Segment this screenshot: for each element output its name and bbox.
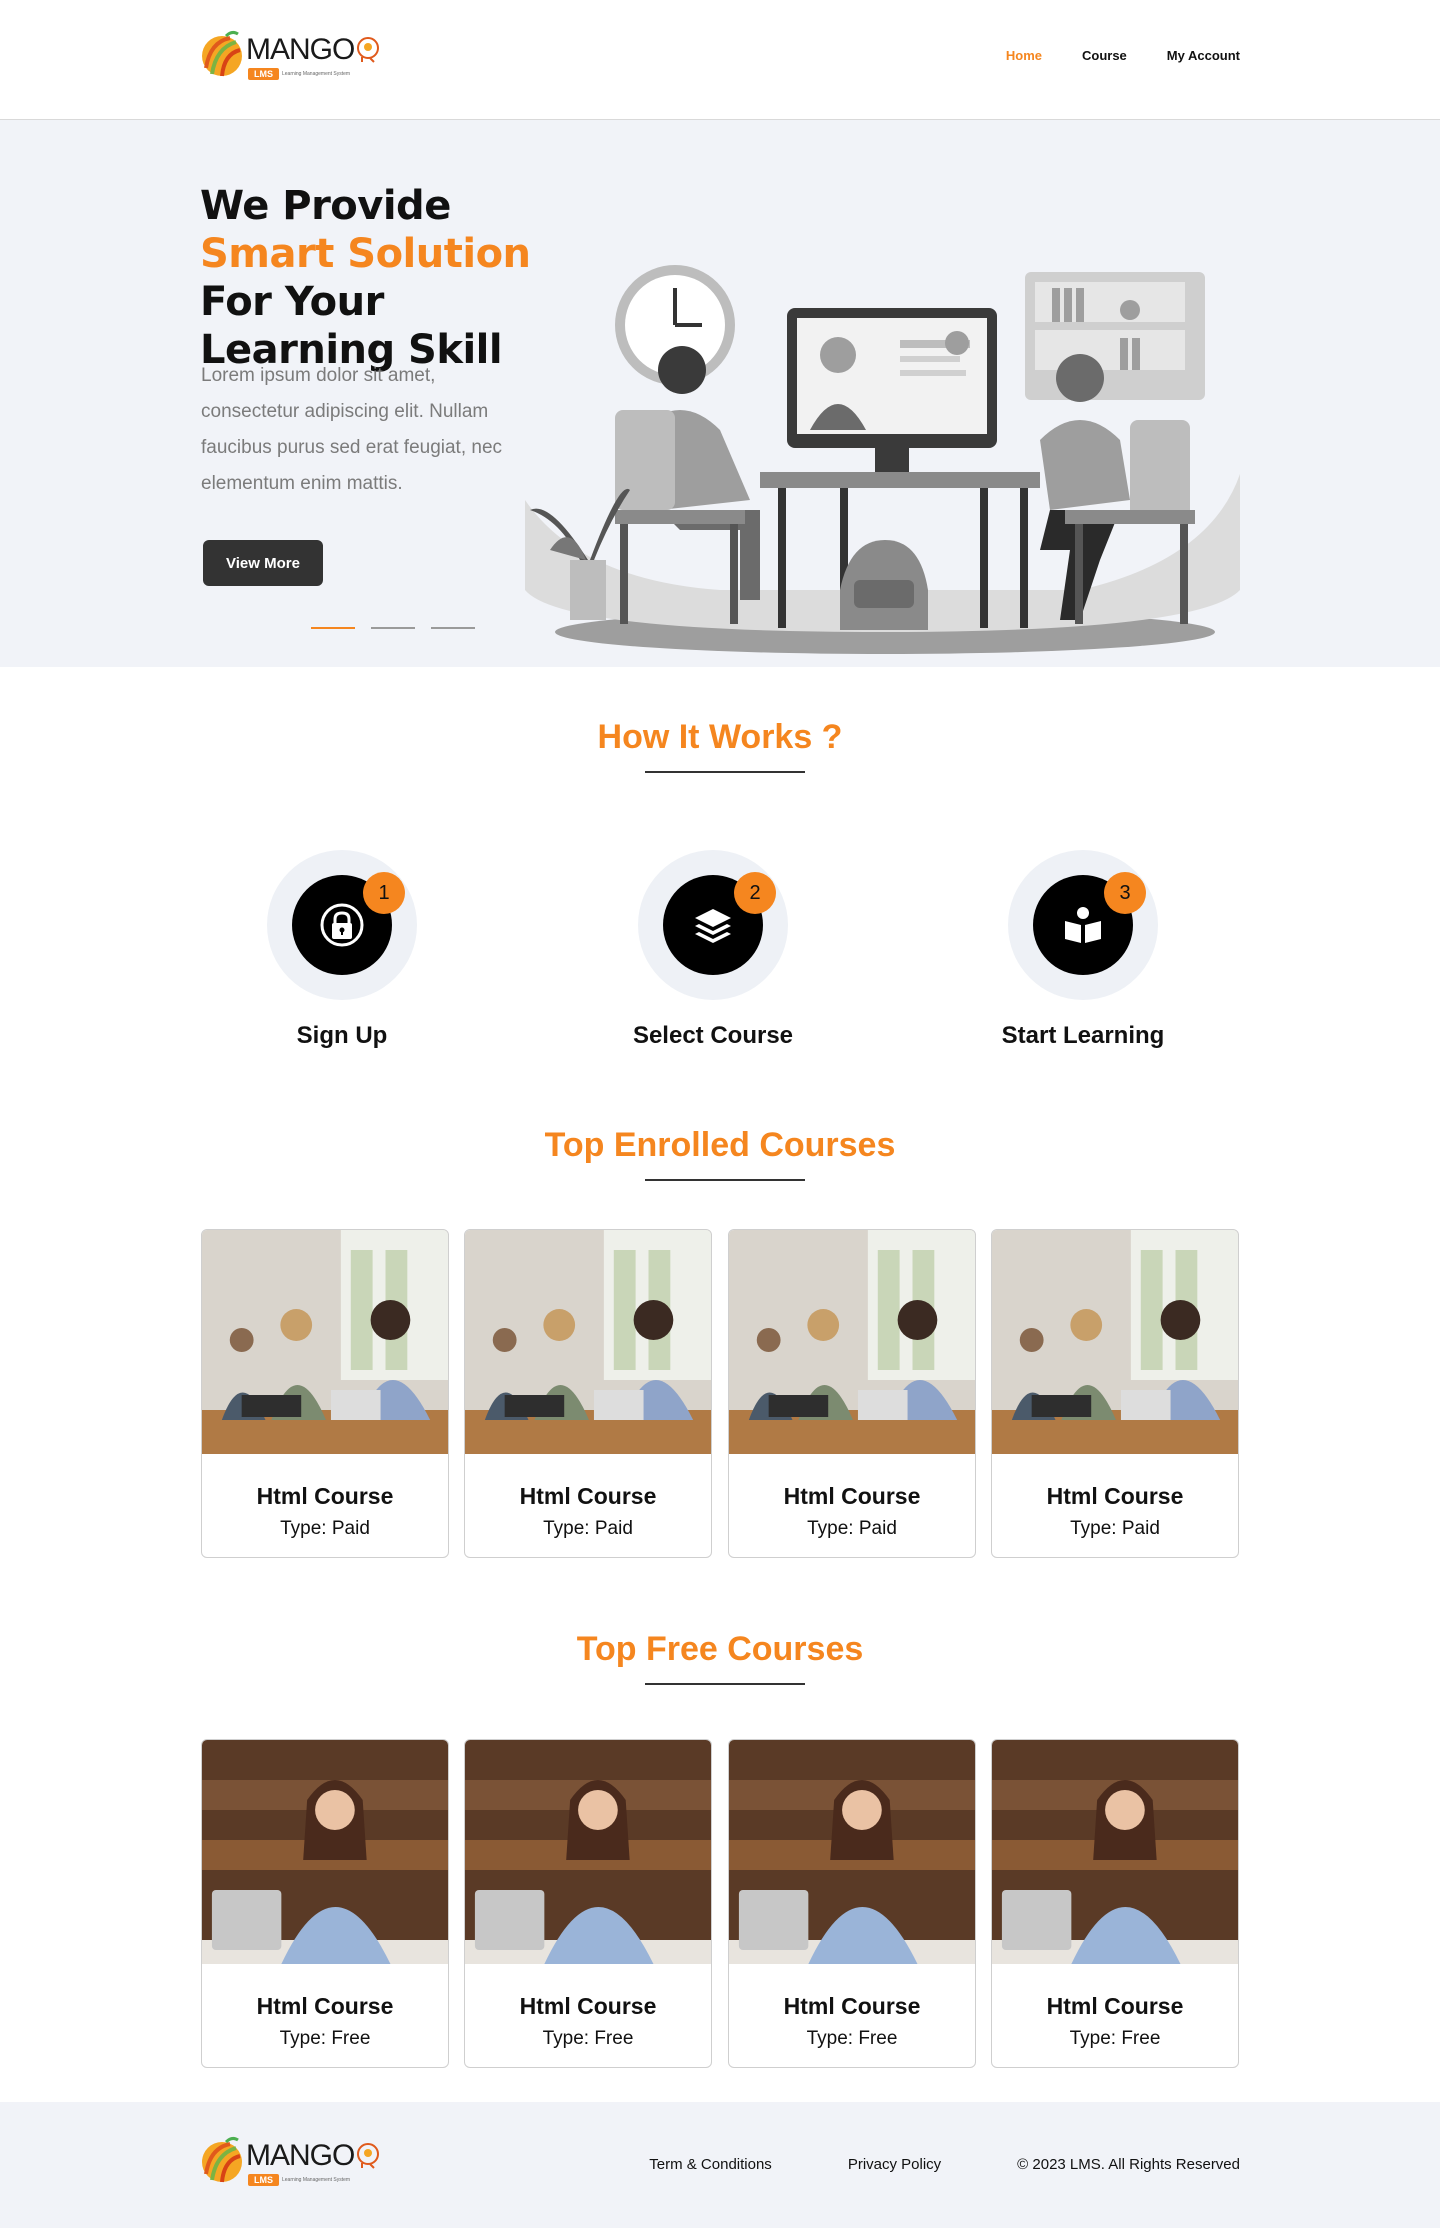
course-card[interactable]: Html Course Type: Paid	[728, 1229, 976, 1558]
course-type: Type: Free	[806, 2028, 898, 2049]
course-card[interactable]: Html Course Type: Free	[991, 1739, 1239, 2068]
course-thumbnail-student-headphones	[465, 1740, 711, 1964]
course-thumbnail-student-headphones	[202, 1740, 448, 1964]
nav-course[interactable]: Course	[1082, 48, 1127, 63]
course-title: Html Course	[519, 1483, 657, 1509]
top-enrolled-title: Top Enrolled Courses	[544, 1126, 896, 1164]
head-icon	[357, 37, 380, 63]
brand-logo[interactable]: MANGO LMS Learning Management System	[200, 28, 380, 80]
course-title: Html Course	[783, 1483, 921, 1509]
course-type: Type: Free	[542, 2028, 634, 2049]
course-title: Html Course	[1046, 1993, 1184, 2019]
course-title: Html Course	[1046, 1483, 1184, 1509]
course-type: Type: Free	[279, 2028, 371, 2049]
step-sign-up: 1 Sign Up	[232, 850, 452, 1050]
brand-tagline: Learning Management System	[282, 2177, 351, 2183]
course-thumbnail-student-headphones	[992, 1740, 1238, 1964]
brand-name: MANGO	[246, 33, 355, 66]
footer-logo[interactable]: MANGO LMS Learning Management System	[200, 2134, 380, 2186]
brand-badge: LMS	[248, 2174, 279, 2186]
course-type: Type: Paid	[807, 1518, 897, 1539]
privacy-link[interactable]: Privacy Policy	[848, 2156, 941, 2173]
nav-my-account[interactable]: My Account	[1167, 48, 1240, 63]
site-footer: MANGO LMS Learning Management System Ter…	[0, 2102, 1440, 2228]
course-thumbnail-classroom	[465, 1230, 711, 1454]
course-thumbnail-classroom	[992, 1230, 1238, 1454]
open-book-icon	[1065, 907, 1101, 943]
brand-tagline: Learning Management System	[282, 71, 351, 77]
course-type: Type: Paid	[1070, 1518, 1160, 1539]
course-thumbnail-classroom	[202, 1230, 448, 1454]
step-circle: 1	[267, 850, 417, 1000]
hero-section: We Provide Smart Solution For Your Learn…	[0, 120, 1440, 667]
course-card[interactable]: Html Course Type: Free	[728, 1739, 976, 2068]
terms-link[interactable]: Term & Conditions	[649, 2156, 772, 2173]
course-thumbnail-classroom	[729, 1230, 975, 1454]
course-type: Type: Free	[1069, 2028, 1161, 2049]
step-number-badge: 3	[1104, 872, 1146, 914]
lock-icon	[320, 903, 364, 947]
mango-logo-icon	[202, 30, 242, 77]
main-nav: Home Course My Account	[1006, 48, 1240, 63]
site-header: MANGO LMS Learning Management System Hom…	[0, 0, 1440, 120]
copyright-text: © 2023 LMS. All Rights Reserved	[1017, 2156, 1240, 2173]
mango-logo-icon	[202, 2136, 242, 2183]
course-card[interactable]: Html Course Type: Paid	[464, 1229, 712, 1558]
course-type: Type: Paid	[280, 1518, 370, 1539]
brand-badge: LMS	[248, 68, 279, 80]
course-card[interactable]: Html Course Type: Paid	[991, 1229, 1239, 1558]
carousel-indicators	[311, 627, 475, 629]
brand-name: MANGO	[246, 2139, 355, 2172]
footer-links: Term & Conditions Privacy Policy © 2023 …	[649, 2156, 1240, 2173]
course-title: Html Course	[256, 1483, 394, 1509]
step-start-learning: 3 Start Learning	[973, 850, 1193, 1050]
course-title: Html Course	[256, 1993, 394, 2019]
course-type: Type: Paid	[543, 1518, 633, 1539]
step-label: Start Learning	[1001, 1022, 1165, 1049]
hero-illustration	[525, 265, 1240, 654]
step-label: Select Course	[632, 1022, 794, 1049]
layers-icon	[695, 909, 731, 943]
step-number-badge: 2	[734, 872, 776, 914]
step-circle: 3	[1008, 850, 1158, 1000]
nav-home[interactable]: Home	[1006, 48, 1042, 63]
section-divider	[645, 771, 805, 773]
course-title: Html Course	[783, 1993, 921, 2019]
carousel-dot-1[interactable]	[311, 627, 355, 629]
head-icon	[357, 2143, 380, 2169]
course-title: Html Course	[519, 1993, 657, 2019]
course-thumbnail-student-headphones	[729, 1740, 975, 1964]
course-card[interactable]: Html Course Type: Paid	[201, 1229, 449, 1558]
step-label: Sign Up	[296, 1022, 388, 1049]
step-circle: 2	[638, 850, 788, 1000]
step-select-course: 2 Select Course	[603, 850, 823, 1050]
how-it-works-title: How It Works ?	[597, 718, 843, 756]
view-more-button[interactable]: View More	[203, 540, 323, 586]
course-card[interactable]: Html Course Type: Free	[201, 1739, 449, 2068]
course-card[interactable]: Html Course Type: Free	[464, 1739, 712, 2068]
section-divider	[645, 1683, 805, 1685]
carousel-dot-2[interactable]	[371, 627, 415, 629]
step-number-badge: 1	[363, 872, 405, 914]
section-divider	[645, 1179, 805, 1181]
carousel-dot-3[interactable]	[431, 627, 475, 629]
top-free-title: Top Free Courses	[576, 1630, 864, 1668]
hero-description: Lorem ipsum dolor sit amet, consectetur …	[201, 365, 503, 494]
